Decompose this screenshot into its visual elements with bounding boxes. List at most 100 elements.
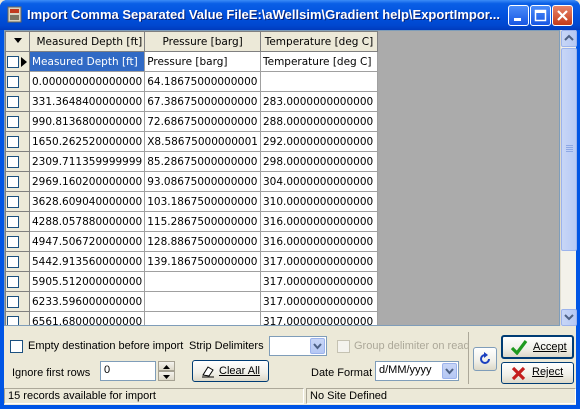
row-indicator[interactable]	[5, 291, 30, 312]
table-cell[interactable]: 292.0000000000000	[259, 131, 378, 152]
row-indicator[interactable]	[5, 311, 30, 325]
reject-button[interactable]: Reject	[501, 362, 574, 384]
table-row[interactable]: 2969.160200000000 93.08675000000000 304.00…	[5, 171, 378, 192]
select-all-header[interactable]	[5, 31, 30, 52]
table-cell[interactable]: 103.1867500000000	[144, 191, 261, 212]
row-checkbox[interactable]	[7, 55, 19, 68]
table-cell[interactable]	[144, 291, 261, 312]
scroll-thumb[interactable]	[561, 48, 577, 251]
row-checkbox[interactable]	[7, 295, 19, 308]
table-cell[interactable]: 316.0000000000000	[259, 211, 378, 232]
table-row[interactable]: 6561.680000000000 317.0000000000000	[5, 311, 378, 325]
import-data-grid[interactable]: Measured Depth [ft] Pressure [barg] Temp…	[4, 30, 560, 326]
table-cell[interactable]: 331.3648400000000	[28, 91, 146, 112]
minimize-button[interactable]	[508, 5, 529, 26]
table-cell[interactable]: 288.0000000000000	[259, 111, 378, 132]
table-row[interactable]: 990.8136800000000 72.68675000000000 288.00…	[5, 111, 378, 132]
row-checkbox[interactable]	[7, 95, 19, 108]
table-row[interactable]: 2309.711359999999 85.28675000000000 298.00…	[5, 151, 378, 172]
table-cell[interactable]: 317.0000000000000	[259, 271, 378, 292]
table-cell[interactable]: 139.1867500000000	[144, 251, 261, 272]
table-row[interactable]: 5905.512000000000 317.0000000000000	[5, 271, 378, 292]
row-indicator[interactable]	[5, 191, 30, 212]
strip-delimiters-dropdown-button[interactable]	[310, 338, 325, 354]
table-cell[interactable]: 298.0000000000000	[259, 151, 378, 172]
table-cell[interactable]: 317.0000000000000	[259, 311, 378, 325]
scroll-up-button[interactable]	[561, 30, 577, 47]
table-cell[interactable]: 93.08675000000000	[144, 171, 261, 192]
table-cell[interactable]: 128.8867500000000	[144, 231, 261, 252]
row-indicator[interactable]	[5, 231, 30, 252]
table-row[interactable]: 3628.609040000000 103.1867500000000 310.00…	[5, 191, 378, 212]
table-cell[interactable]: 304.0000000000000	[259, 171, 378, 192]
table-cell[interactable]: 283.0000000000000	[259, 91, 378, 112]
row-indicator[interactable]	[5, 131, 30, 152]
row-checkbox[interactable]	[7, 155, 19, 168]
table-row[interactable]: 1650.262520000000 X8.58675000000001 292.00…	[5, 131, 378, 152]
table-cell[interactable]: 67.38675000000000	[144, 91, 261, 112]
table-cell[interactable]: X8.58675000000001	[144, 131, 261, 152]
table-cell[interactable]: Temperature [deg C]	[259, 51, 378, 72]
column-header[interactable]: Measured Depth [ft]	[28, 31, 146, 52]
table-cell[interactable]: 6233.596000000000	[28, 291, 146, 312]
table-cell[interactable]: 2309.711359999999	[28, 151, 146, 172]
table-row[interactable]: 331.3648400000000 67.38675000000000 283.00…	[5, 91, 378, 112]
table-cell[interactable]: 2969.160200000000	[28, 171, 146, 192]
vertical-scrollbar[interactable]	[560, 30, 577, 326]
column-header[interactable]: Temperature [deg C]	[259, 31, 378, 52]
row-indicator[interactable]	[5, 111, 30, 132]
table-row[interactable]: 4288.057880000000 115.2867500000000 316.00…	[5, 211, 378, 232]
row-checkbox[interactable]	[7, 315, 19, 325]
table-cell[interactable]: 317.0000000000000	[259, 291, 378, 312]
empty-destination-checkbox[interactable]	[10, 340, 23, 353]
table-cell[interactable]: 115.2867500000000	[144, 211, 261, 232]
accept-button[interactable]: Accept	[501, 335, 574, 359]
table-cell[interactable]: 85.28675000000000	[144, 151, 261, 172]
table-row[interactable]: 4947.506720000000 128.8867500000000 316.00…	[5, 231, 378, 252]
table-cell[interactable]: 5442.913560000000	[28, 251, 146, 272]
table-cell[interactable]: 0.000000000000000	[28, 71, 146, 92]
title-bar[interactable]: Import Comma Separated Value FileE:\aWel…	[0, 0, 580, 30]
row-checkbox[interactable]	[7, 215, 19, 228]
row-checkbox[interactable]	[7, 195, 19, 208]
maximize-button[interactable]	[530, 5, 551, 26]
refresh-button[interactable]	[473, 347, 497, 371]
row-checkbox[interactable]	[7, 235, 19, 248]
table-cell[interactable]: Measured Depth [ft]	[28, 51, 146, 72]
table-cell[interactable]: 5905.512000000000	[28, 271, 146, 292]
table-cell[interactable]: Pressure [barg]	[144, 51, 261, 72]
spin-up-button[interactable]	[158, 361, 175, 371]
row-checkbox[interactable]	[7, 255, 19, 268]
table-row[interactable]: 6233.596000000000 317.0000000000000	[5, 291, 378, 312]
row-indicator[interactable]	[5, 71, 30, 92]
scroll-down-button[interactable]	[561, 309, 577, 326]
row-checkbox[interactable]	[7, 275, 19, 288]
clear-all-button[interactable]: Clear All	[192, 360, 269, 382]
row-checkbox[interactable]	[7, 175, 19, 188]
table-row[interactable]: Measured Depth [ft] Pressure [barg] Temp…	[5, 51, 378, 72]
group-delimiter-checkbox[interactable]	[337, 340, 350, 353]
row-indicator[interactable]	[5, 211, 30, 232]
column-header[interactable]: Pressure [barg]	[144, 31, 261, 52]
table-cell[interactable]: 990.8136800000000	[28, 111, 146, 132]
table-cell[interactable]: 4947.506720000000	[28, 231, 146, 252]
table-cell[interactable]: 3628.609040000000	[28, 191, 146, 212]
table-row[interactable]: 0.000000000000000 64.18675000000000	[5, 71, 378, 92]
table-cell[interactable]: 317.0000000000000	[259, 251, 378, 272]
date-format-dropdown-button[interactable]	[442, 363, 457, 379]
table-cell[interactable]: 72.68675000000000	[144, 111, 261, 132]
table-cell[interactable]: 64.18675000000000	[144, 71, 261, 92]
row-indicator[interactable]	[5, 251, 30, 272]
row-checkbox[interactable]	[7, 115, 19, 128]
table-cell[interactable]: 316.0000000000000	[259, 231, 378, 252]
table-cell[interactable]	[259, 71, 378, 92]
row-checkbox[interactable]	[7, 135, 19, 148]
table-cell[interactable]: 4288.057880000000	[28, 211, 146, 232]
row-indicator[interactable]	[5, 91, 30, 112]
row-indicator[interactable]	[5, 51, 30, 72]
close-button[interactable]	[552, 5, 573, 26]
row-indicator[interactable]	[5, 271, 30, 292]
table-cell[interactable]	[144, 271, 261, 292]
table-cell[interactable]: 1650.262520000000	[28, 131, 146, 152]
table-row[interactable]: 5442.913560000000 139.1867500000000 317.00…	[5, 251, 378, 272]
